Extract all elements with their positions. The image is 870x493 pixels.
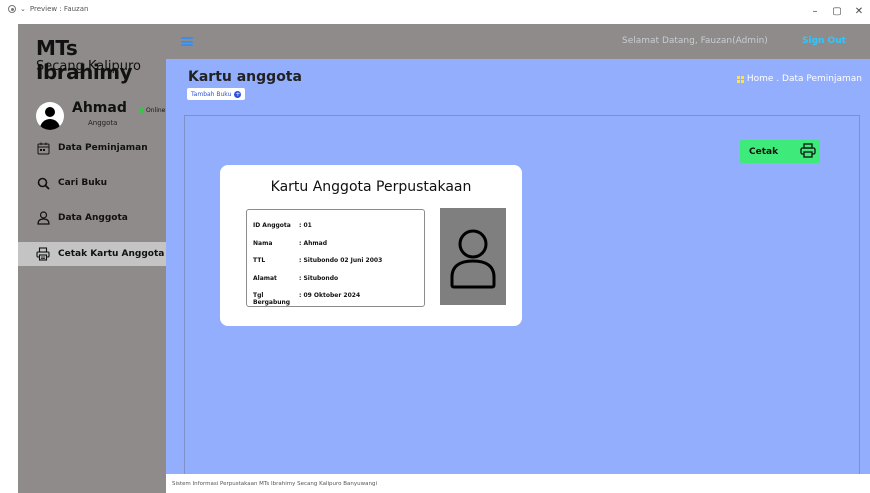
member-info-box: ID Anggota : 01 Nama : Ahmad TTL : Situbond… [246,209,425,307]
page-title: Kartu anggota [188,69,302,85]
info-row: TTL : Situbondo 02 Juni 2003 [253,257,382,264]
plus-circle-icon: + [234,90,242,98]
grid-icon [736,75,744,83]
printer-icon [800,142,816,161]
info-value: : Ahmad [299,240,327,247]
info-key: Tgl Bergabung [253,292,291,306]
top-header: Selamat Datang, Fauzan(Admin) Sign Out [166,24,870,59]
sidebar: MTs Ibrahimy Secang Kalipuro Ahmad Onlin… [18,24,166,493]
info-row: ID Anggota : 01 [253,222,312,229]
info-key: ID Anggota [253,222,291,229]
online-dot-icon [139,108,144,113]
window-title: Preview : Fauzan [29,5,89,13]
info-row: Nama : Ahmad [253,240,327,247]
content-panel: Cetak Kartu Anggota Perpustakaan ID Angg… [184,115,860,475]
title-bar-left: ⌄ Preview : Fauzan [8,5,88,13]
minimize-button[interactable]: – [804,2,826,20]
online-status: Online [139,107,165,114]
footer: Sistem Informasi Perpustakaan MTs Ibrahi… [166,474,870,493]
sidebar-item-cari-buku[interactable]: Cari Buku [18,171,166,195]
cetak-button[interactable]: Cetak [740,140,820,163]
card-title: Kartu Anggota Perpustakaan [270,179,472,195]
member-card: Kartu Anggota Perpustakaan ID Anggota : 0… [220,165,522,326]
sidebar-item-cetak-kartu-anggota[interactable]: Cetak Kartu Anggota [18,242,166,266]
breadcrumb-text[interactable]: Home . Data Peminjaman [747,74,862,84]
chevron-down-icon[interactable]: ⌄ [20,5,26,13]
sidebar-item-label: Cetak Kartu Anggota [58,249,165,259]
info-key: Nama [253,240,273,247]
app-window: ⌄ Preview : Fauzan – ▢ ✕ MTs Ibrahimy Se… [0,0,870,493]
member-photo [440,208,506,305]
user-name: Ahmad [72,100,127,116]
info-key: Alamat [253,275,277,282]
window-controls: – ▢ ✕ [804,2,870,20]
user-photo-icon [450,229,496,289]
tambah-buku-label: Tambah Buku [191,90,232,98]
printer-icon [36,247,50,261]
info-value: : Situbondo 02 Juni 2003 [299,257,383,264]
sign-out-link[interactable]: Sign Out [802,36,846,46]
close-button[interactable]: ✕ [848,2,870,20]
info-row: Alamat : Situbondo [253,275,338,282]
main-content: Kartu anggota Tambah Buku + Home . Data … [166,59,870,475]
sidebar-item-data-anggota[interactable]: Data Anggota [18,206,166,230]
search-icon [36,176,50,190]
sidebar-item-label: Data Anggota [58,213,128,223]
user-role: Anggota [88,119,118,127]
welcome-text: Selamat Datang, Fauzan(Admin) [622,36,768,46]
info-key: TTL [253,257,266,264]
online-label: Online [146,107,166,114]
title-bar: ⌄ Preview : Fauzan – ▢ ✕ [0,0,870,24]
brand-subtitle: Secang Kalipuro [36,59,141,74]
user-panel: Ahmad Online Anggota [36,100,166,140]
cetak-label: Cetak [749,146,779,157]
breadcrumb: Home . Data Peminjaman [736,74,862,84]
hamburger-menu-icon[interactable] [181,37,193,46]
info-row: Tgl Bergabung : 09 Oktober 2024 [253,292,360,306]
info-value: : 09 Oktober 2024 [299,292,361,299]
avatar [36,102,64,130]
sidebar-item-label: Data Peminjaman [58,143,148,153]
restore-button[interactable]: ▢ [826,2,848,20]
app-icon [8,5,16,13]
info-value: : Situbondo [299,275,339,282]
sidebar-item-label: Cari Buku [58,178,107,188]
user-icon [36,211,50,225]
app-frame: MTs Ibrahimy Secang Kalipuro Ahmad Onlin… [18,24,870,493]
tambah-buku-button[interactable]: Tambah Buku + [187,88,246,100]
sidebar-item-data-peminjaman[interactable]: Data Peminjaman [18,136,166,160]
info-value: : 01 [299,222,312,229]
calendar-icon [36,141,50,155]
